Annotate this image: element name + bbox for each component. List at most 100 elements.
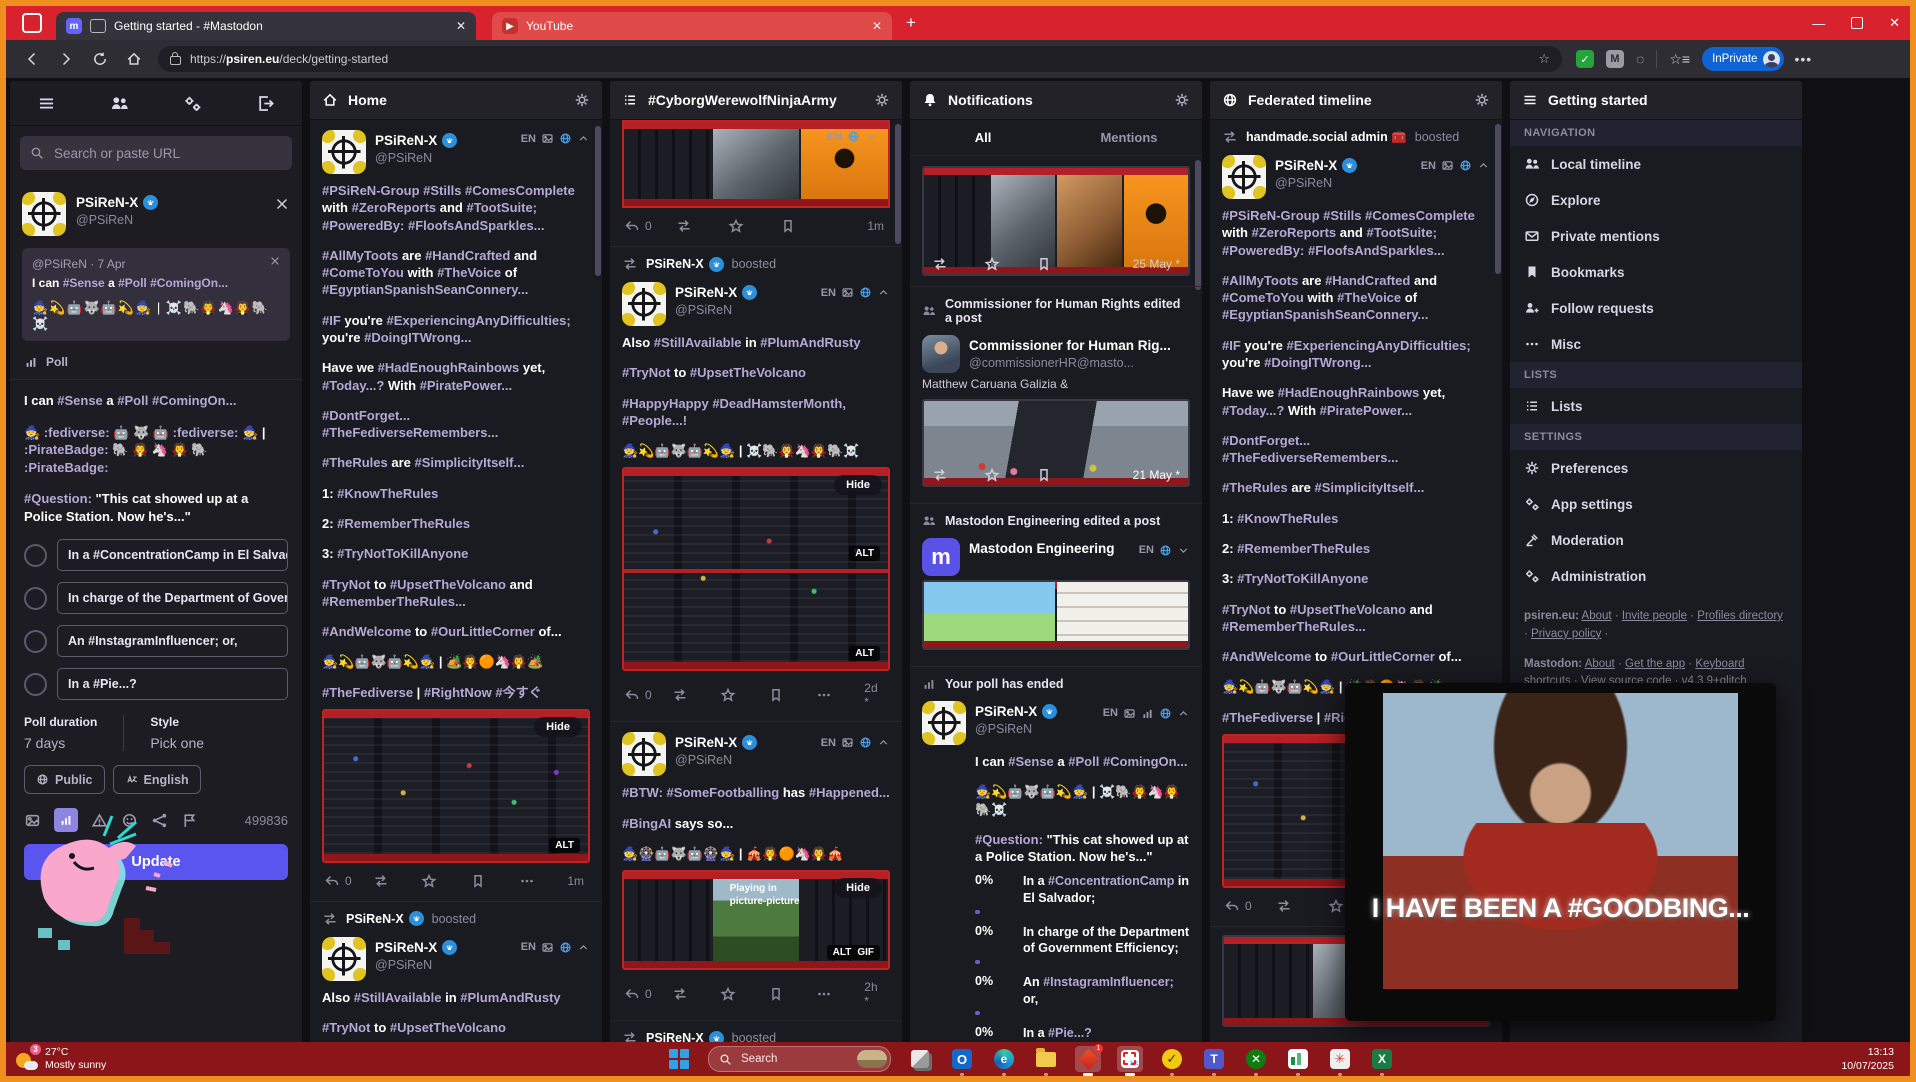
star-button[interactable] xyxy=(984,256,1036,272)
tab-all[interactable]: All xyxy=(910,120,1056,155)
bookmark-button[interactable] xyxy=(1036,256,1088,272)
favorite-star-icon[interactable]: ☆ xyxy=(1538,51,1550,67)
poll-result[interactable]: 0% In charge of the Department of Governm… xyxy=(975,924,1190,965)
bookmark-button[interactable] xyxy=(768,986,816,1002)
nav-item[interactable]: Misc xyxy=(1510,326,1802,362)
taskbar-explorer-icon[interactable] xyxy=(1033,1046,1059,1076)
timestamp[interactable]: 2d * xyxy=(864,681,884,709)
alt-gif-badge[interactable]: ALT GIF xyxy=(826,945,880,961)
taskbar-outlook-icon[interactable]: O xyxy=(949,1046,975,1076)
poll-option-input[interactable]: An #InstagramInfluencer; or, xyxy=(57,625,288,658)
browser-menu-icon[interactable]: ••• xyxy=(1794,51,1812,67)
chevron-up-icon[interactable] xyxy=(877,286,890,299)
nav-item[interactable]: Administration xyxy=(1510,558,1802,594)
taskbar-snipping-tool-icon[interactable] xyxy=(1117,1046,1143,1076)
bookmark-button[interactable] xyxy=(768,687,816,703)
nav-item[interactable]: Local timeline xyxy=(1510,146,1802,182)
menu-icon[interactable] xyxy=(37,94,56,113)
boost-button[interactable] xyxy=(676,218,728,234)
bookmark-button[interactable] xyxy=(780,218,832,234)
bookmark-button[interactable] xyxy=(470,873,519,889)
close-button[interactable]: ✕ xyxy=(1889,15,1900,31)
nav-item[interactable]: Private mentions xyxy=(1510,218,1802,254)
avatar[interactable] xyxy=(1222,155,1266,199)
footer-link[interactable]: Profiles directory xyxy=(1697,610,1783,622)
media-attachment[interactable]: EN xyxy=(622,120,890,208)
new-tab-button[interactable]: + xyxy=(906,13,916,33)
gear-icon[interactable] xyxy=(574,92,590,108)
extension-m-icon[interactable]: M xyxy=(1606,50,1624,68)
media-attachment[interactable]: 25 May * xyxy=(922,166,1190,276)
reply-button[interactable]: 0 xyxy=(1224,898,1276,914)
star-button[interactable] xyxy=(421,873,470,889)
more-button[interactable] xyxy=(816,687,864,703)
poll-option-input[interactable]: In a #ConcentrationCamp in El Salvador; xyxy=(57,539,288,572)
taskbar-teams-icon[interactable]: T xyxy=(1201,1046,1227,1076)
avatar[interactable] xyxy=(322,130,366,174)
chevron-up-icon[interactable] xyxy=(877,736,890,749)
taskbar-clock[interactable]: 13:13 10/07/2025 xyxy=(1841,1045,1894,1073)
people-icon[interactable] xyxy=(110,94,129,113)
avatar[interactable] xyxy=(922,537,960,576)
tab-mentions[interactable]: Mentions xyxy=(1056,120,1202,155)
taskbar-search-input[interactable] xyxy=(739,1052,835,1066)
media-attachment[interactable]: Playing in picture-picture Hide ALT GIF xyxy=(622,870,890,971)
chevron-up-icon[interactable] xyxy=(1177,707,1190,720)
avatar[interactable] xyxy=(622,732,666,777)
taskbar-active-app-icon[interactable]: 1 xyxy=(1075,1044,1103,1076)
avatar[interactable] xyxy=(622,282,666,326)
tab-youtube[interactable]: ▶ YouTube ✕ xyxy=(492,12,892,40)
avatar[interactable] xyxy=(322,936,366,981)
poll-option-input[interactable]: In charge of the Department of Governmen… xyxy=(57,582,288,615)
maximize-button[interactable] xyxy=(1851,17,1864,29)
star-button[interactable] xyxy=(728,218,780,234)
avatar[interactable] xyxy=(22,192,66,236)
taskbar-widgets-icon[interactable] xyxy=(907,1046,933,1072)
nav-item[interactable]: Follow requests xyxy=(1510,290,1802,326)
b bookmark-button[interactable] xyxy=(1036,467,1088,483)
inprivate-badge[interactable]: InPrivate xyxy=(1702,47,1785,71)
gear-icon[interactable] xyxy=(874,92,890,108)
reply-button[interactable]: 0 xyxy=(324,873,373,889)
radio-icon[interactable] xyxy=(24,672,47,696)
post[interactable]: EN PSiReN-X @PSiReN #PSiReN-Group #Still… xyxy=(310,120,602,902)
nav-item[interactable]: Moderation xyxy=(1510,522,1802,558)
star-button[interactable] xyxy=(720,986,768,1002)
tab-close-icon[interactable]: ✕ xyxy=(872,19,882,33)
nav-item[interactable]: Explore xyxy=(1510,182,1802,218)
chevron-up-icon[interactable] xyxy=(577,132,590,145)
nav-item[interactable]: Preferences xyxy=(1510,450,1802,486)
taskbar-excel-icon[interactable]: X xyxy=(1369,1046,1395,1076)
reply-button[interactable]: 0 xyxy=(624,687,672,703)
poll-result[interactable]: 0% An #InstagramInfluencer; or, xyxy=(975,974,1190,1015)
radio-icon[interactable] xyxy=(24,629,47,653)
pip-video-overlay[interactable]: I HAVE BEEN A #GOODBING... xyxy=(1345,683,1776,1021)
poll-style-value[interactable]: Pick one xyxy=(150,735,204,751)
back-button[interactable] xyxy=(24,51,40,67)
post[interactable]: EN PSiReN-X @PSiReN Also #StillAvailable… xyxy=(610,272,902,723)
extension-check-icon[interactable]: ✓ xyxy=(1576,50,1594,68)
avatar[interactable] xyxy=(922,335,960,373)
media-attachment[interactable]: 21 May * xyxy=(922,398,1190,487)
post[interactable]: EN PSiReN-X @PSiReN Also #StillAvailable… xyxy=(310,927,602,1042)
media-attachment[interactable] xyxy=(922,579,1190,650)
gear-icon[interactable] xyxy=(1174,92,1190,108)
more-button[interactable] xyxy=(519,873,568,889)
gear-icon[interactable] xyxy=(1474,92,1490,108)
boost-button[interactable] xyxy=(672,687,720,703)
media-attachment[interactable]: Hide ALT ALT xyxy=(622,467,890,672)
nav-item[interactable]: Bookmarks xyxy=(1510,254,1802,290)
notification-post[interactable]: Commissioner for Human Rig... @commissio… xyxy=(910,325,1202,504)
extension-cookie-icon[interactable]: ◌ xyxy=(1636,51,1644,67)
footer-link[interactable]: About xyxy=(1585,658,1615,670)
poll-result[interactable]: 0% In a #ConcentrationCamp in El Salvador… xyxy=(975,873,1190,914)
alt-badge[interactable]: ALT xyxy=(849,646,880,662)
minimize-button[interactable]: — xyxy=(1812,16,1825,31)
search-bar[interactable] xyxy=(20,136,292,170)
compose-textarea[interactable]: I can #Sense a #Poll #ComingOn... 🧙 :fedi… xyxy=(10,380,302,539)
footer-link[interactable]: About xyxy=(1582,610,1612,622)
hide-media-button[interactable]: Hide xyxy=(834,878,882,899)
alt-badge[interactable]: ALT xyxy=(549,837,580,853)
timestamp[interactable]: 1m xyxy=(867,219,884,233)
refresh-button[interactable] xyxy=(92,51,108,67)
